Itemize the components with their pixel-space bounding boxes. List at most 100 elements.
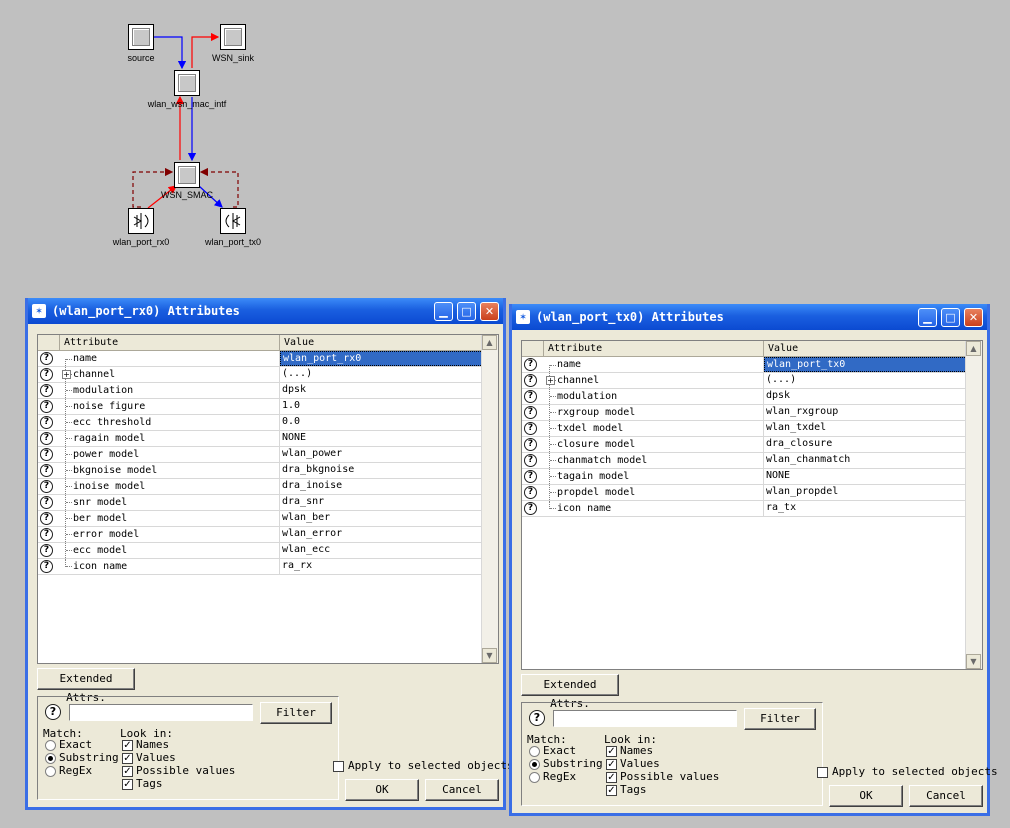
attribute-row[interactable]: ? bkgnoise model dra_bkgnoise [38,463,483,479]
check-tags[interactable]: ✓ [606,785,617,796]
attribute-row[interactable]: ? snr model dra_snr [38,495,483,511]
maximize-button[interactable]: □ [941,308,960,327]
radio-substring-label[interactable]: Substring [543,757,603,770]
check-values-label[interactable]: Values [136,751,176,764]
attribute-value[interactable]: NONE [764,469,967,484]
attribute-row[interactable]: ? txdel model wlan_txdel [522,421,967,437]
attribute-row[interactable]: ? ber model wlan_ber [38,511,483,527]
help-icon[interactable]: ? [524,470,537,483]
close-button[interactable]: ✕ [964,308,983,327]
check-possible-values-label[interactable]: Possible values [620,770,719,783]
expand-icon[interactable]: + [546,376,555,385]
help-icon[interactable]: ? [40,544,53,557]
check-values[interactable]: ✓ [122,753,133,764]
help-icon[interactable]: ? [524,374,537,387]
attribute-value[interactable]: wlan_txdel [764,421,967,436]
node-wsn-sink[interactable] [220,24,246,50]
col-value[interactable]: Value [764,341,967,356]
attribute-value[interactable]: NONE [280,431,483,446]
apply-selected-checkbox[interactable] [333,761,344,772]
help-icon[interactable]: ? [40,560,53,573]
radio-exact[interactable] [45,740,56,751]
vertical-scrollbar[interactable]: ▲ ▼ [481,335,498,663]
extended-attrs-button[interactable]: Extended Attrs. [37,668,135,704]
node-port-tx[interactable] [220,208,246,234]
help-icon[interactable]: ? [524,390,537,403]
attribute-value[interactable]: dra_closure [764,437,967,452]
help-icon[interactable]: ? [40,368,53,381]
attribute-row[interactable]: ? icon name ra_rx [38,559,483,575]
check-possible-values[interactable]: ✓ [122,766,133,777]
attribute-value[interactable]: ra_rx [280,559,483,574]
check-possible-values[interactable]: ✓ [606,772,617,783]
attribute-row[interactable]: ? noise figure 1.0 [38,399,483,415]
node-source[interactable] [128,24,154,50]
help-icon[interactable]: ? [524,406,537,419]
check-tags-label[interactable]: Tags [136,777,163,790]
help-icon[interactable]: ? [40,384,53,397]
attribute-value[interactable]: wlan_rxgroup [764,405,967,420]
help-icon[interactable]: ? [40,448,53,461]
help-icon[interactable]: ? [40,528,53,541]
help-icon[interactable]: ? [40,352,53,365]
apply-selected-label[interactable]: Apply to selected objects [832,765,998,778]
attribute-row[interactable]: ? error model wlan_error [38,527,483,543]
attribute-row[interactable]: ? name wlan_port_rx0 [38,351,483,367]
help-icon[interactable]: ? [45,704,61,720]
radio-substring[interactable] [529,759,540,770]
attribute-value[interactable]: wlan_chanmatch [764,453,967,468]
attribute-grid[interactable]: Attribute Value ? name wlan_port_rx0? + chan… [37,334,499,664]
node-wsn-smac[interactable] [174,162,200,188]
attribute-value[interactable]: ra_tx [764,501,967,516]
help-icon[interactable]: ? [524,502,537,515]
attribute-value[interactable]: dra_inoise [280,479,483,494]
extended-attrs-button[interactable]: Extended Attrs. [521,674,619,710]
attribute-row[interactable]: ? closure model dra_closure [522,437,967,453]
attribute-value[interactable]: wlan_ber [280,511,483,526]
check-names[interactable]: ✓ [606,746,617,757]
expand-icon[interactable]: + [62,370,71,379]
help-icon[interactable]: ? [40,480,53,493]
filter-input[interactable] [553,710,737,727]
check-values[interactable]: ✓ [606,759,617,770]
cancel-button[interactable]: Cancel [425,779,499,801]
attribute-row[interactable]: ? chanmatch model wlan_chanmatch [522,453,967,469]
attribute-value[interactable]: (...) [280,367,483,382]
check-possible-values-label[interactable]: Possible values [136,764,235,777]
attribute-row[interactable]: ? ecc model wlan_ecc [38,543,483,559]
radio-regex-label[interactable]: RegEx [543,770,576,783]
filter-button[interactable]: Filter [744,708,816,730]
title-bar[interactable]: ✶ (wlan_port_tx0) Attributes ▁ □ ✕ [512,304,987,330]
col-attribute[interactable]: Attribute [544,341,764,356]
attribute-value[interactable]: wlan_port_tx0 [764,357,967,372]
radio-regex[interactable] [45,766,56,777]
attribute-row[interactable]: ? ecc threshold 0.0 [38,415,483,431]
help-icon[interactable]: ? [40,432,53,445]
attribute-value[interactable]: wlan_ecc [280,543,483,558]
radio-regex-label[interactable]: RegEx [59,764,92,777]
cancel-button[interactable]: Cancel [909,785,983,807]
filter-input[interactable] [69,704,253,721]
attribute-value[interactable]: dra_snr [280,495,483,510]
attribute-row[interactable]: ? icon name ra_tx [522,501,967,517]
help-icon[interactable]: ? [524,438,537,451]
col-value[interactable]: Value [280,335,483,350]
attribute-row[interactable]: ? modulation dpsk [38,383,483,399]
attribute-grid[interactable]: Attribute Value ? name wlan_port_tx0? + chan… [521,340,983,670]
attribute-value[interactable]: wlan_propdel [764,485,967,500]
help-icon[interactable]: ? [524,454,537,467]
attribute-row[interactable]: ? + channel (...) [38,367,483,383]
attribute-value[interactable]: wlan_port_rx0 [280,351,483,366]
attribute-row[interactable]: ? rxgroup model wlan_rxgroup [522,405,967,421]
node-mac-intf[interactable] [174,70,200,96]
link-source-to-mac[interactable] [154,36,187,70]
vertical-scrollbar[interactable]: ▲ ▼ [965,341,982,669]
attribute-row[interactable]: ? modulation dpsk [522,389,967,405]
help-icon[interactable]: ? [524,486,537,499]
ok-button[interactable]: OK [829,785,903,807]
node-port-rx[interactable] [128,208,154,234]
attribute-value[interactable]: (...) [764,373,967,388]
help-icon[interactable]: ? [40,512,53,525]
check-tags-label[interactable]: Tags [620,783,647,796]
scroll-down-icon[interactable]: ▼ [482,648,497,663]
